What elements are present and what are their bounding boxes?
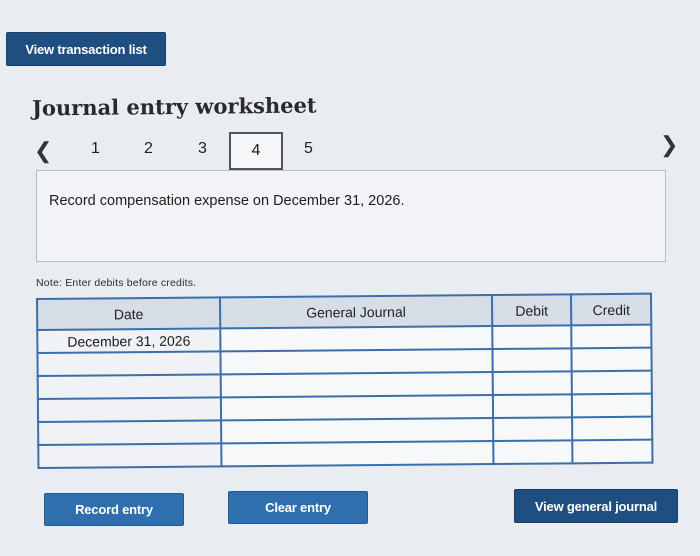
journal-entry-table: Date General Journal Debit Credit Decemb… [36, 293, 653, 469]
page-5-button[interactable]: 5 [304, 140, 313, 158]
date-cell [37, 397, 222, 422]
date-cell [37, 374, 221, 399]
header-date: Date [37, 297, 221, 330]
account-input[interactable] [221, 441, 494, 467]
account-input[interactable] [220, 372, 493, 398]
credit-input[interactable] [572, 439, 653, 464]
debit-input[interactable] [492, 348, 573, 373]
account-input[interactable] [220, 349, 493, 375]
header-general-journal: General Journal [219, 295, 493, 329]
credit-input[interactable] [571, 324, 652, 349]
header-credit: Credit [571, 293, 652, 326]
page-3-button[interactable]: 3 [198, 140, 207, 158]
credit-input[interactable] [572, 416, 653, 441]
page-4-button-active[interactable]: 4 [229, 132, 283, 170]
clear-entry-button[interactable]: Clear entry [228, 491, 368, 524]
debit-input[interactable] [492, 394, 573, 419]
note-text: Note: Enter debits before credits. [36, 277, 197, 289]
account-input[interactable] [220, 395, 493, 421]
view-general-journal-button[interactable]: View general journal [514, 489, 678, 523]
debit-input[interactable] [492, 325, 572, 350]
debit-input[interactable] [492, 371, 573, 396]
instruction-box: Record compensation expense on December … [36, 170, 666, 262]
debit-input[interactable] [493, 440, 573, 465]
credit-input[interactable] [572, 393, 653, 418]
account-input[interactable] [220, 326, 493, 352]
account-input[interactable] [221, 418, 494, 444]
instruction-text: Record compensation expense on December … [49, 193, 405, 209]
date-cell [37, 351, 221, 376]
chevron-left-icon[interactable]: ❮ [34, 138, 52, 164]
credit-input[interactable] [571, 347, 652, 372]
date-cell [38, 443, 222, 468]
page-2-button[interactable]: 2 [144, 140, 153, 158]
credit-input[interactable] [572, 370, 652, 395]
page-1-button[interactable]: 1 [91, 140, 100, 158]
page-title: Journal entry worksheet [31, 92, 317, 121]
debit-input[interactable] [492, 417, 573, 442]
view-transaction-list-button[interactable]: View transaction list [6, 32, 166, 66]
date-cell: December 31, 2026 [37, 328, 221, 353]
table-row [38, 439, 653, 468]
record-entry-button[interactable]: Record entry [44, 493, 184, 526]
entry-pager: ❮ 1 2 3 4 5 ❯ [30, 132, 690, 172]
header-debit: Debit [491, 294, 572, 327]
chevron-right-icon[interactable]: ❯ [660, 132, 678, 158]
date-cell [38, 420, 222, 445]
